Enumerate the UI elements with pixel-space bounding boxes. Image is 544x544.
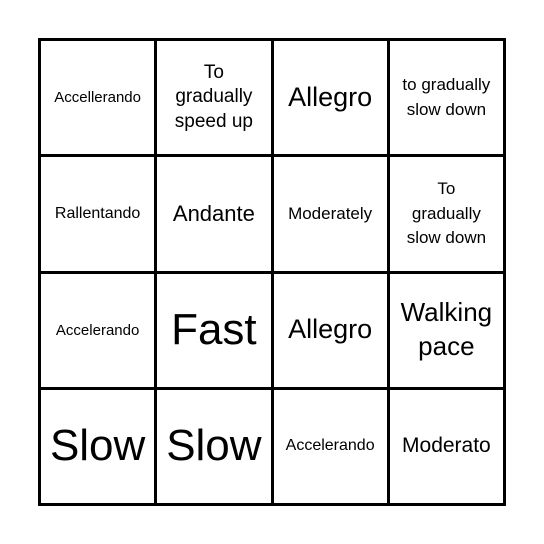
bingo-cell[interactable]: Walking pace [389, 273, 503, 387]
cell-text: Accelerando [285, 437, 375, 455]
cell-text: Fast [171, 304, 257, 354]
cell-text: Slow [166, 421, 262, 471]
bingo-cell[interactable]: Allegro [273, 273, 387, 387]
cell-text: Walking pace [400, 297, 493, 362]
cell-text: Accellerando [54, 89, 141, 106]
bingo-cell[interactable]: Accellerando [41, 41, 155, 155]
cell-text: To gradually speed up [174, 61, 253, 132]
bingo-cell[interactable]: Moderately [273, 157, 387, 271]
bingo-cell[interactable]: Fast [157, 273, 271, 387]
bingo-cell[interactable]: Andante [157, 157, 271, 271]
bingo-cell[interactable]: Accelerando [273, 389, 387, 503]
cell-text: Andante [172, 201, 255, 227]
cell-text: to gradually slow down [402, 74, 491, 119]
cell-text: Accelerando [55, 321, 140, 339]
cell-text: Slow [49, 421, 146, 471]
cell-text: Rallentando [54, 204, 141, 222]
cell-text: To gradually slow down [406, 178, 487, 248]
bingo-card: Accellerando To gradually speed up Alleg… [38, 38, 506, 506]
cell-text: Moderato [402, 434, 491, 458]
bingo-cell[interactable]: Slow [41, 389, 155, 503]
cell-text: Allegro [288, 81, 373, 112]
cell-text: Moderately [288, 204, 373, 224]
bingo-cell[interactable]: Moderato [389, 389, 503, 503]
bingo-cell[interactable]: Allegro [273, 41, 387, 155]
bingo-cell[interactable]: Accelerando [41, 273, 155, 387]
bingo-cell[interactable]: To gradually speed up [157, 41, 271, 155]
bingo-cell[interactable]: to gradually slow down [389, 41, 503, 155]
cell-text: Allegro [288, 314, 373, 345]
bingo-cell[interactable]: Rallentando [41, 157, 155, 271]
bingo-cell[interactable]: To gradually slow down [389, 157, 503, 271]
bingo-cell[interactable]: Slow [157, 389, 271, 503]
